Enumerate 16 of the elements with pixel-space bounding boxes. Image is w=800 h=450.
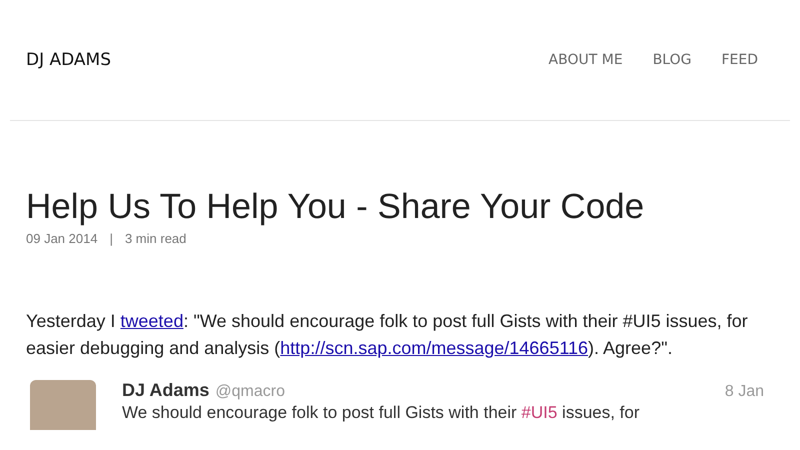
read-time: 3 min read [124, 231, 186, 246]
tweet-handle: @qmacro [215, 383, 285, 401]
post-title: Help Us To Help You - Share Your Code [26, 186, 646, 228]
nav-link[interactable]: ABOUT ME [548, 52, 623, 68]
tweet-author: DJ Adams [122, 380, 210, 401]
nav-link[interactable]: BLOG [652, 52, 692, 68]
site-title[interactable]: DJ ADAMS [26, 50, 112, 70]
post-paragraph: Yesterday I tweeted: "We should encourage folk to post full Gists with their #UI5 issues, for easier debugging and analysis (http://scn.sap.com/message/14665116). Agree?". [26, 310, 749, 360]
avatar-photo-placeholder [30, 380, 96, 430]
tweet-date: 8 Jan [724, 383, 765, 401]
nav-link[interactable]: FEED [721, 52, 758, 68]
post-date: 09 Jan 2014 [26, 231, 98, 246]
meta-separator: | [110, 231, 113, 246]
inline-link[interactable]: tweeted [120, 311, 184, 331]
inline-link[interactable]: http://scn.sap.com/message/14665116 [280, 338, 588, 358]
tweet-text: We should encourage folk to post full Gists with their #UI5 issues, for [122, 403, 641, 423]
